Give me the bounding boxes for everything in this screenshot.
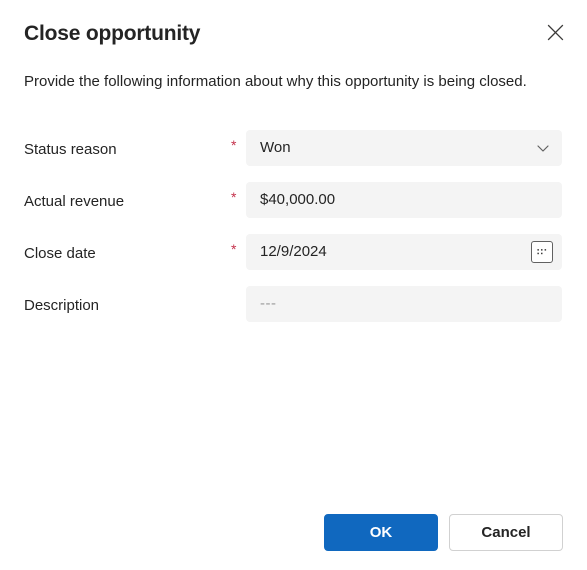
close-opportunity-dialog: Close opportunity Provide the following … xyxy=(0,0,587,570)
dialog-description: Provide the following information about … xyxy=(24,73,527,90)
description-label: Description xyxy=(24,297,100,314)
ok-button[interactable]: OK xyxy=(324,514,438,551)
actual-revenue-input[interactable]: $40,000.00 xyxy=(246,182,562,218)
status-reason-select[interactable]: Won xyxy=(246,130,562,166)
close-date-label: Close date xyxy=(24,245,96,262)
actual-revenue-value: $40,000.00 xyxy=(260,191,336,208)
dialog-footer: OK Cancel xyxy=(0,500,587,570)
form-row-actual-revenue: Actual revenue * $40,000.00 xyxy=(0,180,587,232)
close-date-input[interactable]: 12/9/2024 xyxy=(246,234,562,270)
calendar-icon[interactable] xyxy=(531,241,553,263)
page-title: Close opportunity xyxy=(24,22,201,45)
status-reason-value: Won xyxy=(260,139,291,156)
actual-revenue-label: Actual revenue xyxy=(24,193,125,210)
close-opportunity-form: Status reason * Won Actual revenue * $40… xyxy=(0,128,587,336)
dialog-header: Close opportunity xyxy=(0,0,587,62)
cancel-button[interactable]: Cancel xyxy=(449,514,563,551)
close-icon xyxy=(547,24,564,41)
close-date-value: 12/9/2024 xyxy=(260,243,327,260)
description-placeholder: --- xyxy=(260,295,277,312)
close-button[interactable] xyxy=(539,16,571,48)
form-row-description: Description --- xyxy=(0,284,587,336)
chevron-down-icon xyxy=(528,141,558,155)
description-input[interactable]: --- xyxy=(246,286,562,322)
form-row-status-reason: Status reason * Won xyxy=(0,128,587,180)
status-reason-required-marker: * xyxy=(231,137,237,153)
form-row-close-date: Close date * 12/9/2024 xyxy=(0,232,587,284)
status-reason-label: Status reason xyxy=(24,141,117,158)
actual-revenue-required-marker: * xyxy=(231,189,237,205)
close-date-required-marker: * xyxy=(231,241,237,257)
